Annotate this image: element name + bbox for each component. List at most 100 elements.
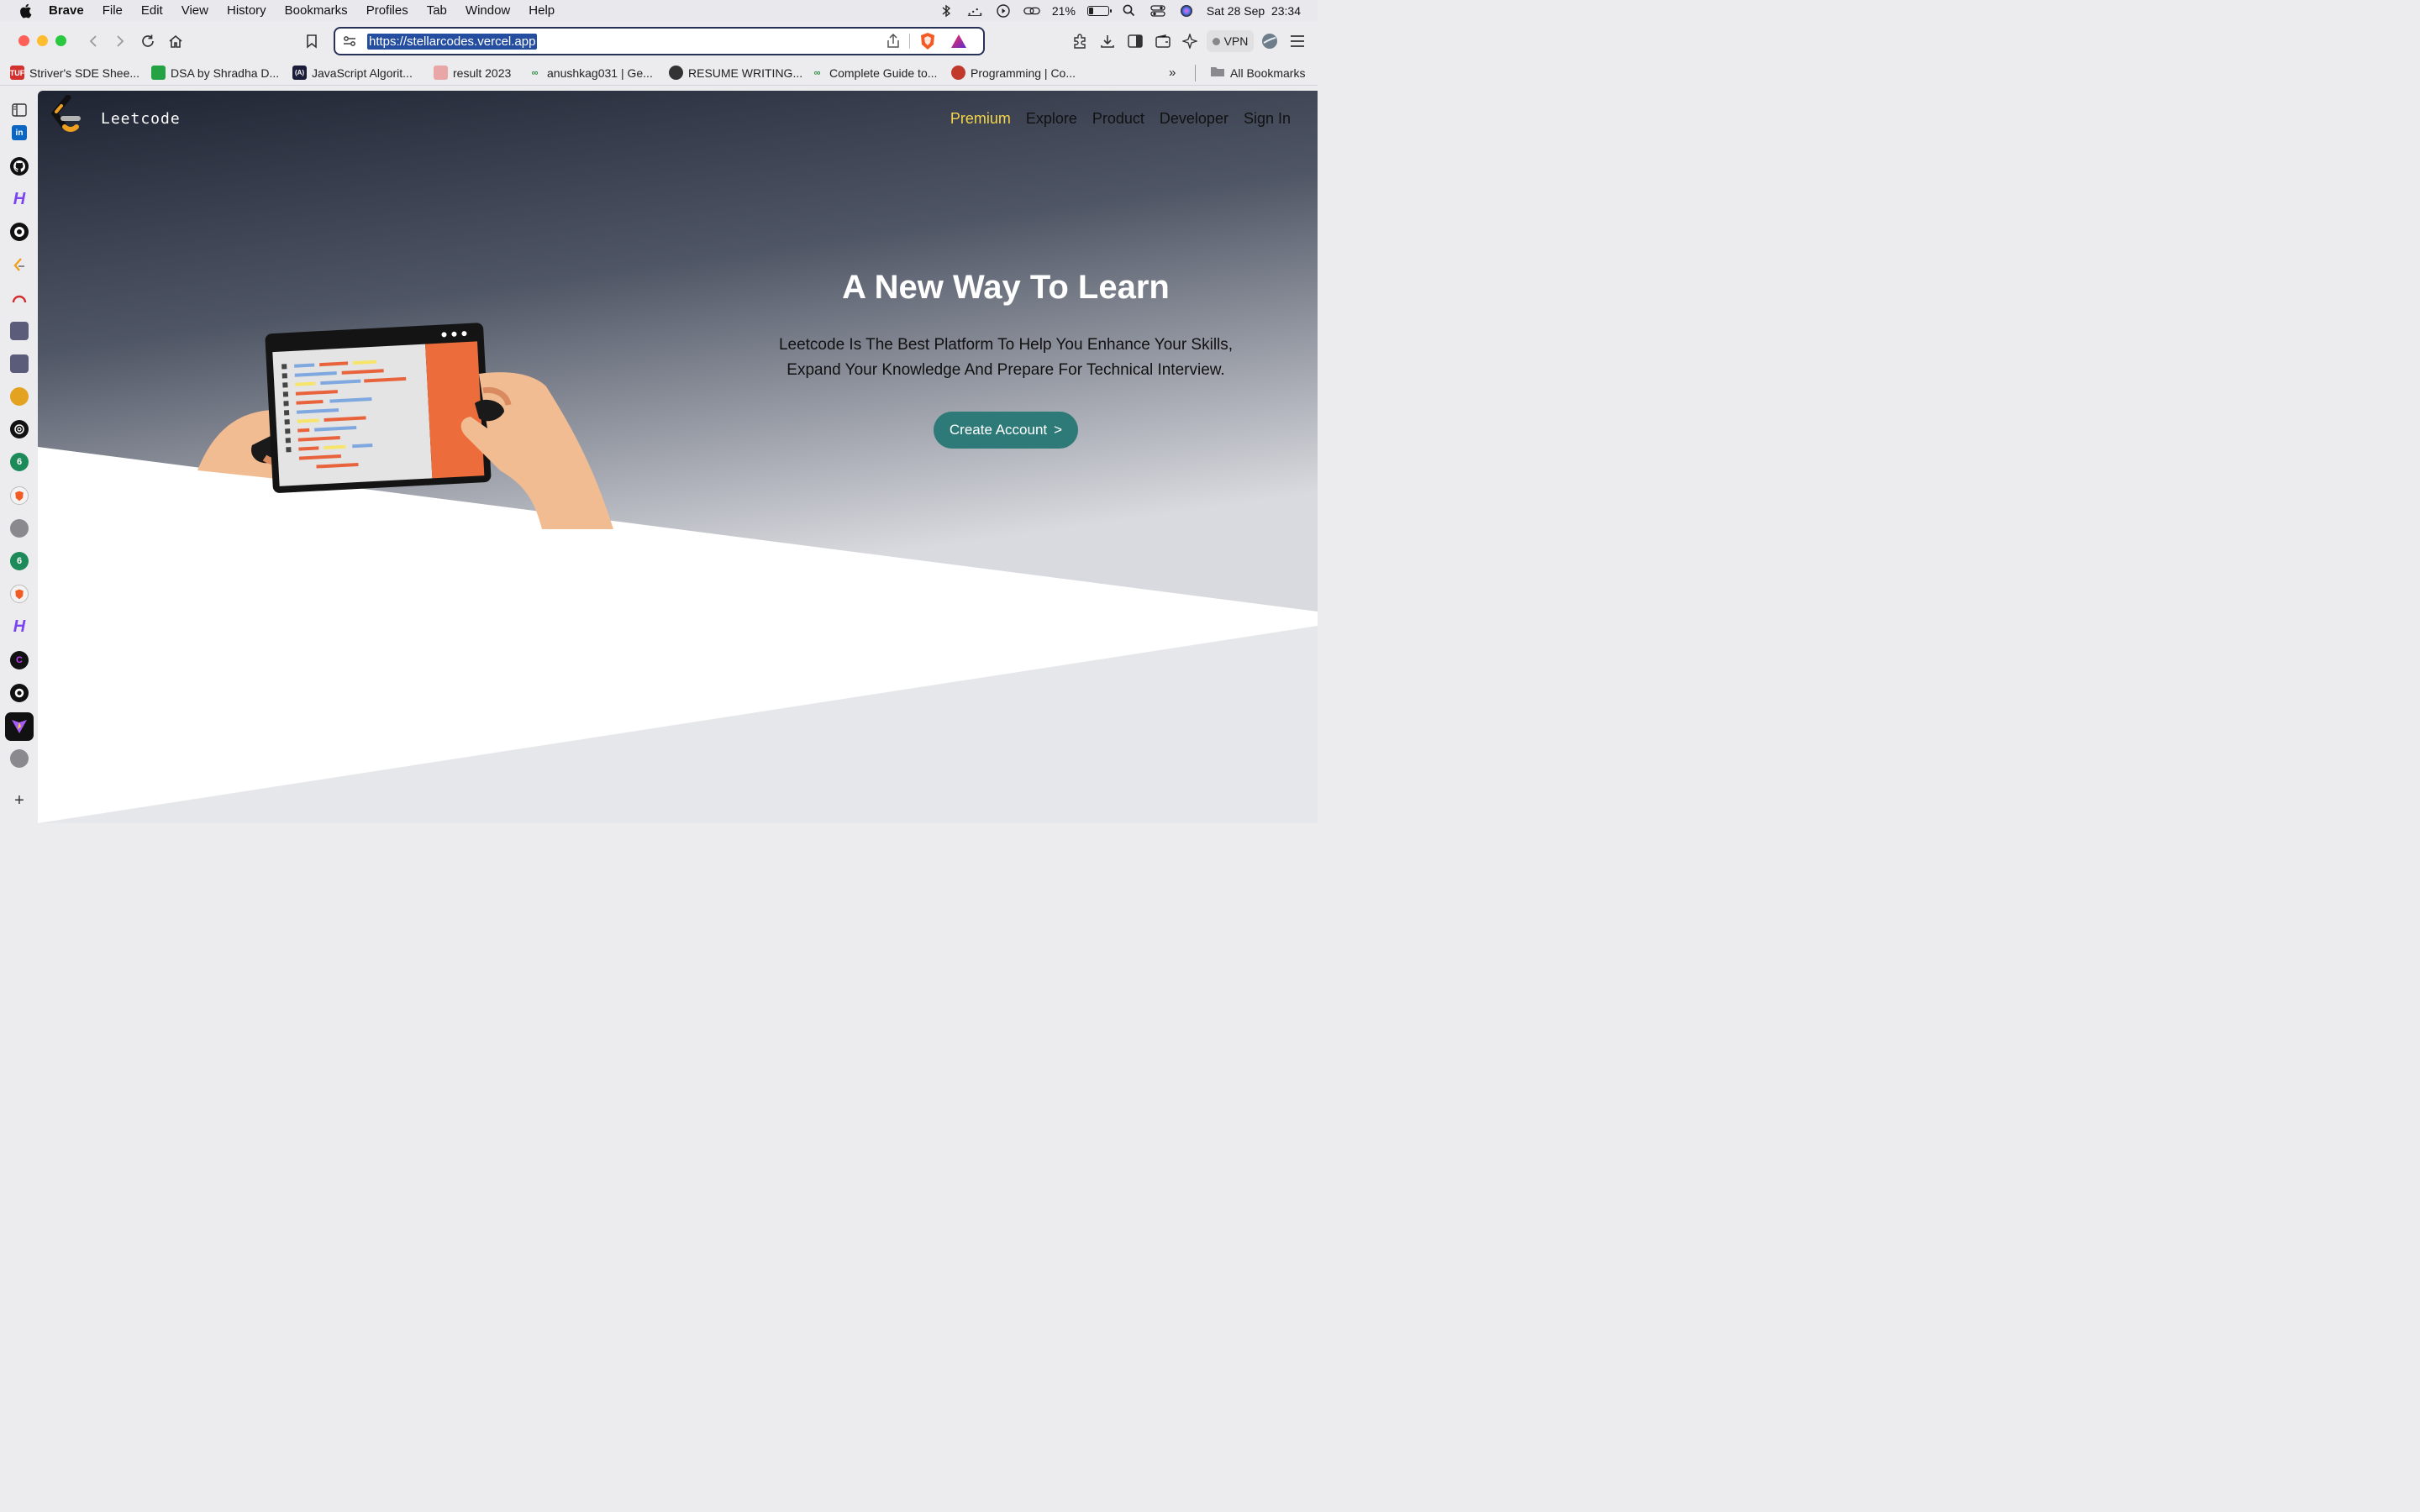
wallet-icon[interactable]	[1153, 31, 1173, 51]
vertical-tabs-sidebar: in H 6 6 H C +	[0, 86, 38, 823]
search-icon[interactable]	[1121, 4, 1138, 18]
share-icon[interactable]	[886, 33, 900, 53]
bookmark-item[interactable]: RESUME WRITING...	[669, 66, 802, 80]
all-bookmarks-button[interactable]: All Bookmarks	[1210, 66, 1305, 80]
menu-edit[interactable]: Edit	[141, 3, 163, 18]
extensions-icon[interactable]	[1070, 31, 1090, 51]
nav-sign-in[interactable]: Sign In	[1244, 110, 1291, 128]
globe-tab-icon[interactable]	[10, 749, 29, 768]
site-tab-icon[interactable]	[10, 322, 29, 340]
tuf-favicon-icon: TUF	[10, 66, 24, 80]
address-bar[interactable]: https://stellarcodes.vercel.app	[334, 27, 985, 55]
menu-view[interactable]: View	[182, 3, 208, 18]
sidebar-toggle-icon[interactable]	[1125, 31, 1145, 51]
vpn-button[interactable]: VPN	[1207, 30, 1254, 52]
gfg-favicon-icon: ∞	[531, 67, 539, 78]
leetcode-tab-icon[interactable]	[10, 256, 29, 275]
control-center-icon[interactable]	[1150, 4, 1166, 18]
menu-history[interactable]: History	[227, 3, 266, 18]
chatgpt-tab-icon[interactable]	[10, 420, 29, 438]
bookmark-item[interactable]: ∞ Complete Guide to...	[810, 66, 938, 80]
site-tab-icon[interactable]: 6	[10, 552, 29, 570]
vite-tab-icon[interactable]	[5, 712, 34, 741]
wifi-dots-icon[interactable]	[966, 4, 983, 18]
bluetooth-icon[interactable]	[938, 4, 955, 18]
reload-icon[interactable]	[138, 31, 158, 51]
site-tab-icon[interactable]	[10, 354, 29, 373]
site-tab-icon[interactable]: 6	[10, 453, 29, 471]
divider	[909, 34, 910, 49]
forward-icon[interactable]	[110, 31, 130, 51]
profile-avatar-icon[interactable]	[1260, 31, 1280, 51]
bookmark-label: JavaScript Algorit...	[312, 66, 413, 80]
create-account-button[interactable]: Create Account >	[934, 412, 1078, 449]
brave-tab-icon[interactable]	[10, 585, 29, 603]
back-icon[interactable]	[83, 31, 103, 51]
leo-ai-icon[interactable]	[1180, 31, 1200, 51]
brand-name[interactable]: Leetcode	[101, 110, 181, 128]
codechef-tab-icon[interactable]: C	[10, 651, 29, 669]
home-icon[interactable]	[166, 31, 186, 51]
globe-tab-icon[interactable]	[10, 519, 29, 538]
menu-help[interactable]: Help	[529, 3, 555, 18]
bookmark-icon[interactable]	[302, 31, 322, 51]
macos-menu-bar: Brave File Edit View History Bookmarks P…	[0, 0, 1318, 21]
bookmark-item[interactable]: DSA by Shradha D...	[151, 66, 279, 80]
more-bookmarks-chevron-icon[interactable]: »	[1169, 66, 1176, 80]
nav-product[interactable]: Product	[1092, 110, 1144, 128]
bookmark-item[interactable]: result 2023	[434, 66, 511, 80]
github-tab-icon[interactable]	[10, 157, 29, 176]
menu-bookmarks[interactable]: Bookmarks	[285, 3, 348, 18]
bookmark-label: result 2023	[453, 66, 512, 80]
globe-favicon-icon	[669, 66, 683, 80]
battery-icon[interactable]	[1086, 5, 1112, 16]
site-tab-icon[interactable]	[10, 387, 29, 406]
menu-window[interactable]: Window	[466, 3, 510, 18]
nav-developer[interactable]: Developer	[1160, 110, 1228, 128]
bookmark-label: anushkag031 | Ge...	[547, 66, 653, 80]
apple-icon[interactable]	[18, 3, 34, 18]
url-text[interactable]: https://stellarcodes.vercel.app	[367, 34, 538, 50]
zoom-window-button[interactable]	[55, 35, 66, 46]
github-tab-icon[interactable]	[10, 223, 29, 241]
status-area: 21% Sat 28 Sep 23:34	[938, 0, 1301, 21]
brave-tab-icon[interactable]	[10, 486, 29, 505]
leetcode-logo-icon[interactable]	[48, 95, 85, 139]
siri-icon[interactable]	[1178, 4, 1195, 18]
bookmark-item[interactable]: Programming | Co...	[951, 66, 1076, 80]
bookmark-label: DSA by Shradha D...	[171, 66, 280, 80]
close-window-button[interactable]	[18, 35, 29, 46]
nav-explore[interactable]: Explore	[1026, 110, 1077, 128]
bookmark-item[interactable]: TUF Striver's SDE Shee...	[10, 66, 139, 80]
github-tab-icon[interactable]	[10, 684, 29, 702]
hashnode-tab-icon[interactable]: H	[10, 617, 29, 636]
bookmark-item[interactable]: (A) JavaScript Algorit...	[292, 66, 413, 80]
minimize-window-button[interactable]	[37, 35, 48, 46]
hero-subtext-line: Leetcode Is The Best Platform To Help Yo…	[778, 336, 1234, 354]
divider	[1195, 65, 1196, 81]
browser-toolbar: https://stellarcodes.vercel.app VPN	[0, 21, 1318, 61]
freecodecamp-favicon-icon: (A)	[292, 66, 307, 80]
menu-tab[interactable]: Tab	[427, 3, 447, 18]
menu-hamburger-icon[interactable]	[1287, 31, 1307, 51]
nav-premium[interactable]: Premium	[950, 110, 1011, 128]
play-circle-icon[interactable]	[995, 3, 1012, 18]
brave-shields-icon[interactable]	[919, 32, 936, 55]
clock[interactable]: Sat 28 Sep 23:34	[1207, 4, 1301, 18]
link-icon[interactable]	[1023, 4, 1040, 18]
university-favicon-icon	[434, 66, 448, 80]
linkedin-tab-icon[interactable]: in	[12, 125, 27, 140]
brave-rewards-icon[interactable]	[950, 33, 967, 54]
download-icon[interactable]	[1097, 31, 1118, 51]
speedometer-tab-icon[interactable]	[10, 289, 29, 307]
new-tab-plus-icon[interactable]: +	[10, 791, 29, 810]
site-settings-icon[interactable]	[343, 35, 356, 51]
vpn-label: VPN	[1223, 34, 1249, 48]
bookmark-item[interactable]: ∞ anushkag031 | Ge...	[528, 66, 653, 80]
sidebar-panel-icon[interactable]	[10, 101, 29, 119]
menu-file[interactable]: File	[103, 3, 123, 18]
menu-profiles[interactable]: Profiles	[366, 3, 408, 18]
menu-brave[interactable]: Brave	[49, 3, 84, 18]
hashnode-tab-icon[interactable]: H	[10, 190, 29, 208]
page-viewport: Leetcode Premium Explore Product Develop…	[38, 91, 1318, 823]
